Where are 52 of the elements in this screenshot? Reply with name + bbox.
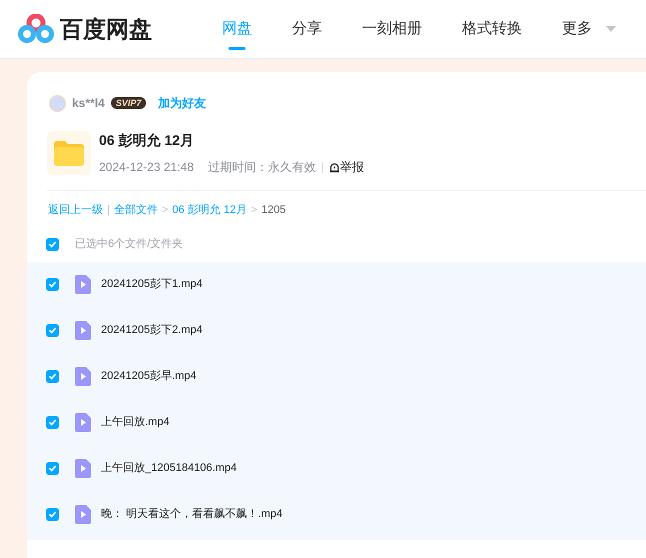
video-file-icon bbox=[75, 413, 91, 432]
expiry-text: 过期时间：永久有效 bbox=[208, 159, 316, 176]
alert-icon bbox=[328, 162, 340, 172]
file-name: 上午回放.mp4 bbox=[101, 415, 170, 430]
file-name: 20241205彭下2.mp4 bbox=[101, 323, 203, 338]
checkbox[interactable] bbox=[46, 278, 59, 291]
file-name: 20241205彭下1.mp4 bbox=[101, 277, 203, 292]
user-name: ks**l4 bbox=[72, 95, 105, 112]
checkmark-icon bbox=[48, 280, 57, 289]
breadcrumb-separator: > bbox=[250, 203, 258, 218]
vip-badge: SVIP7 bbox=[110, 97, 146, 109]
video-file-icon bbox=[75, 459, 91, 478]
file-row[interactable]: 20241205彭下1.mp4 bbox=[27, 262, 646, 308]
checkmark-icon bbox=[48, 418, 57, 427]
file-row[interactable]: 20241205彭下2.mp4 bbox=[27, 308, 646, 354]
file-name: 晚： 明天看这个，看看飙不飙！.mp4 bbox=[101, 506, 283, 522]
avatar bbox=[49, 94, 66, 112]
breadcrumb-current: 1205 bbox=[261, 203, 286, 218]
nav-tab[interactable]: 分享 bbox=[276, 0, 338, 58]
checkbox[interactable] bbox=[46, 462, 59, 475]
checkmark-icon bbox=[48, 326, 57, 335]
nav-tab[interactable]: 更多 bbox=[546, 0, 632, 58]
report-button[interactable]: 举报 bbox=[328, 158, 364, 176]
checkbox[interactable] bbox=[46, 324, 59, 337]
checkbox[interactable] bbox=[46, 416, 59, 429]
folder-title: 06 彭明允 12月 bbox=[99, 131, 195, 150]
file-name: 上午回放_1205184106.mp4 bbox=[101, 461, 237, 476]
checkmark-icon bbox=[48, 372, 57, 381]
logo-text: 百度网盘 bbox=[60, 14, 152, 44]
checkbox[interactable] bbox=[46, 508, 59, 521]
video-file-icon bbox=[75, 275, 91, 294]
selection-count: 已选中6个文件/文件夹 bbox=[75, 236, 184, 252]
nav-tab[interactable]: 一刻相册 bbox=[346, 0, 438, 58]
breadcrumb-separator: | bbox=[107, 203, 110, 218]
video-file-icon bbox=[75, 367, 91, 386]
video-file-icon bbox=[75, 505, 91, 524]
nav-tab[interactable]: 格式转换 bbox=[446, 0, 538, 58]
breadcrumb-separator: > bbox=[162, 203, 168, 218]
checkmark-icon bbox=[48, 464, 57, 473]
checkmark-icon bbox=[48, 510, 57, 519]
file-name: 20241205彭早.mp4 bbox=[101, 369, 196, 384]
checkmark-icon bbox=[48, 240, 57, 249]
video-file-icon bbox=[75, 321, 91, 340]
file-row[interactable]: 晚： 明天看这个，看看飙不飙！.mp4 bbox=[27, 492, 646, 538]
checkbox[interactable] bbox=[46, 238, 59, 251]
file-row[interactable]: 上午回放_1205184106.mp4 bbox=[27, 446, 646, 492]
checkbox[interactable] bbox=[46, 370, 59, 383]
logo-icon bbox=[18, 14, 54, 44]
file-row[interactable]: 上午回放.mp4 bbox=[27, 400, 646, 446]
file-row[interactable]: 20241205彭早.mp4 bbox=[27, 354, 646, 400]
folder-icon bbox=[53, 140, 85, 166]
share-date: 2024-12-23 21:48 bbox=[99, 159, 194, 176]
